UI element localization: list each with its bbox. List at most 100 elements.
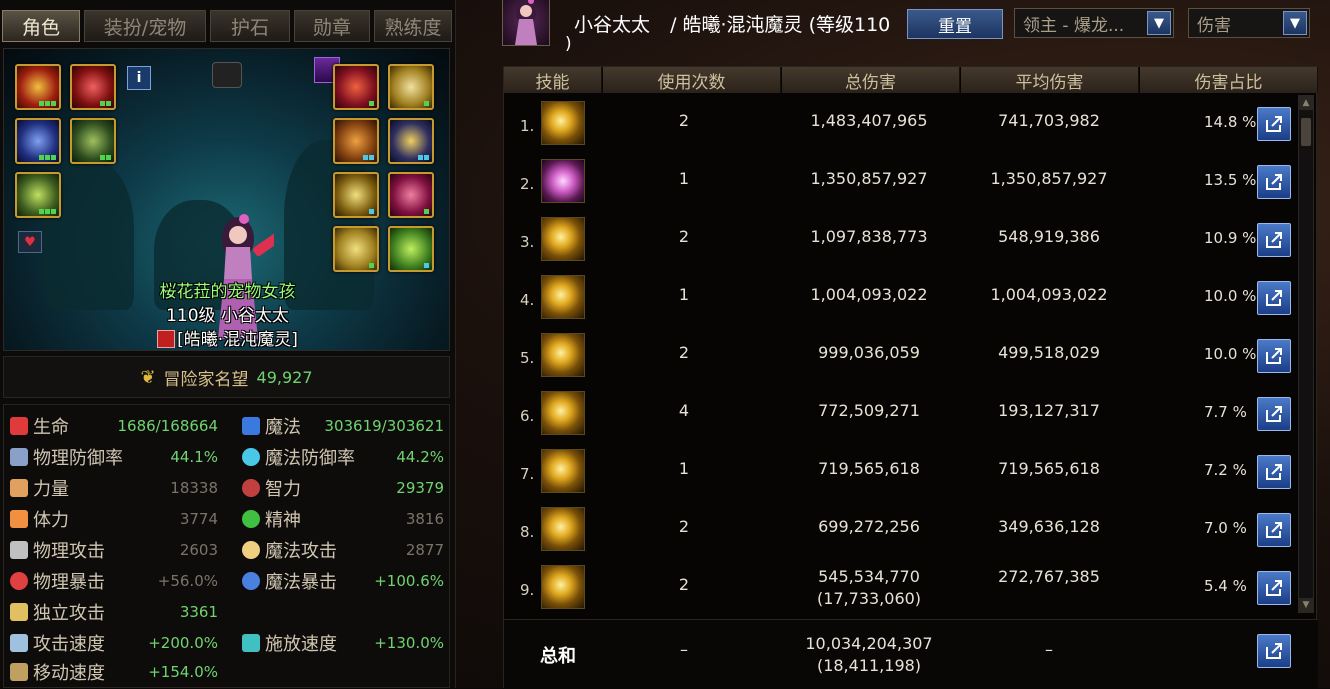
- fame-value: 49,927: [256, 367, 313, 387]
- share-button[interactable]: [1257, 397, 1291, 431]
- tab-medal[interactable]: 勋章: [294, 10, 370, 42]
- stat-atk-speed: 攻击速度 +200.0%: [10, 629, 218, 657]
- equip-slot-bottom[interactable]: [70, 118, 116, 164]
- cast-icon: [242, 634, 260, 652]
- shield-icon: [10, 448, 28, 466]
- stat-hp: 生命 1686/168664: [10, 412, 218, 440]
- sun-burst-skill-icon: [541, 101, 585, 145]
- total-row: 总和 – 10,034,204,307 (18,411,198) –: [504, 619, 1318, 689]
- equip-slot-earring[interactable]: [333, 226, 379, 272]
- gold-sigil-skill-icon: [541, 275, 585, 319]
- share-button[interactable]: [1257, 281, 1291, 315]
- favorite-heart-icon[interactable]: ♥: [18, 231, 42, 253]
- reset-button[interactable]: 重置: [907, 9, 1003, 39]
- header-title: 小谷太太 / 皓曦·混沌魔灵 (等级110: [574, 10, 890, 37]
- equip-slot-support[interactable]: [333, 172, 379, 218]
- share-icon: [1266, 643, 1282, 659]
- total-damage-sub: (18,411,198): [816, 656, 922, 675]
- speed-sword-icon: [10, 634, 28, 652]
- body-icon: [10, 510, 28, 528]
- equip-slot-weapon[interactable]: [15, 64, 61, 110]
- class-icon: [157, 330, 176, 348]
- row-index: 7.: [520, 465, 535, 483]
- damage-type-select[interactable]: 伤害 ▼: [1188, 8, 1310, 38]
- col-damage-share[interactable]: 伤害占比: [1140, 67, 1318, 93]
- stat-mag-crit: 魔法暴击 +100.6%: [242, 567, 444, 595]
- row-index: 4.: [520, 291, 535, 309]
- tab-character[interactable]: 角色: [2, 10, 80, 42]
- equip-slot-subweapon[interactable]: [388, 226, 434, 272]
- equip-slot-necklace[interactable]: [388, 64, 434, 110]
- boot-icon: [10, 663, 28, 681]
- row-total: 545,534,770: [818, 567, 920, 586]
- blue-heart-icon: [242, 417, 260, 435]
- table-row: 3. 2 1,097,838,773 548,919,386 10.9 %: [504, 211, 1294, 269]
- row-uses: 2: [678, 227, 690, 246]
- equip-slot-belt[interactable]: [15, 172, 61, 218]
- col-uses[interactable]: 使用次数: [603, 67, 781, 93]
- row-avg: 1,004,093,022: [990, 285, 1108, 304]
- table-scrollbar[interactable]: ▲ ▼: [1298, 95, 1314, 613]
- equip-slot-bracelet[interactable]: [333, 118, 379, 164]
- chevron-down-icon: ▼: [1147, 11, 1171, 35]
- info-button[interactable]: i: [127, 66, 151, 90]
- row-index: 1.: [520, 117, 535, 135]
- share-button[interactable]: [1257, 223, 1291, 257]
- share-total-button[interactable]: [1257, 634, 1291, 668]
- row-uses: 4: [678, 401, 690, 420]
- gold-pillar-skill-icon: [541, 507, 585, 551]
- row-total-sub: (17,733,060): [816, 589, 922, 608]
- share-button[interactable]: [1257, 571, 1291, 605]
- share-button[interactable]: [1257, 165, 1291, 199]
- scroll-up-icon[interactable]: ▲: [1299, 96, 1313, 110]
- col-avg-damage[interactable]: 平均伤害: [961, 67, 1139, 93]
- gold-v-skill-icon: [541, 391, 585, 435]
- stat-independent-atk: 独立攻击 3361: [10, 598, 218, 626]
- table-row: 4. 1 1,004,093,022 1,004,093,022 10.0 %: [504, 269, 1294, 327]
- equip-slot-magic-stone[interactable]: [388, 172, 434, 218]
- arm-icon: [10, 479, 28, 497]
- stat-vitality: 体力 3774: [10, 505, 218, 533]
- tab-talisman[interactable]: 护石: [210, 10, 290, 42]
- gold-ring-skill-icon: [541, 449, 585, 493]
- magic-eye-icon: [242, 572, 260, 590]
- col-total-damage[interactable]: 总伤害: [782, 67, 960, 93]
- scroll-down-icon[interactable]: ▼: [1299, 598, 1313, 612]
- equip-slot-top[interactable]: [15, 118, 61, 164]
- gold-slash-skill-icon: [541, 217, 585, 261]
- stats-panel: 生命 1686/168664 魔法 303619/303621 物理防御率 44.1%…: [3, 404, 450, 688]
- share-button[interactable]: [1257, 513, 1291, 547]
- share-icon: [1266, 464, 1282, 480]
- tab-costume-pet[interactable]: 装扮/宠物: [84, 10, 206, 42]
- share-button[interactable]: [1257, 107, 1291, 141]
- equip-slot-ring[interactable]: [388, 118, 434, 164]
- table-row: 6. 4 772,509,271 193,127,317 7.7 %: [504, 385, 1294, 443]
- share-button[interactable]: [1257, 455, 1291, 489]
- row-uses: 1: [678, 285, 690, 304]
- equip-slot-title[interactable]: [70, 64, 116, 110]
- equip-slot-pet[interactable]: [333, 64, 379, 110]
- boss-select[interactable]: 领主 - 爆龙... ▼: [1014, 8, 1174, 38]
- stat-cast-speed: 施放速度 +130.0%: [242, 629, 444, 657]
- camera-icon[interactable]: [212, 62, 242, 88]
- row-index: 5.: [520, 349, 535, 367]
- scroll-thumb[interactable]: [1301, 118, 1311, 146]
- col-skill[interactable]: 技能: [504, 67, 602, 93]
- row-index: 8.: [520, 523, 535, 541]
- header-class-level: / 皓曦·混沌魔灵 (等级110: [670, 14, 891, 36]
- character-panel: 角色 装扮/宠物 护石 勋章 熟练度 ♥ i 桜花菈的宠物女孩 110级 小谷太…: [0, 0, 456, 688]
- gold-blade-skill-icon: [541, 565, 585, 609]
- row-index: 2.: [520, 175, 535, 193]
- avatar-portrait: [515, 0, 537, 45]
- share-button[interactable]: [1257, 339, 1291, 373]
- table-row: 2. 1 1,350,857,927 1,350,857,927 13.5 %: [504, 153, 1294, 211]
- tab-proficiency[interactable]: 熟练度: [374, 10, 452, 42]
- row-pct: 10.9 %: [1204, 229, 1257, 247]
- row-uses: 2: [678, 111, 690, 130]
- share-icon: [1266, 232, 1282, 248]
- row-total: 699,272,256: [818, 517, 920, 536]
- row-total: 1,097,838,773: [810, 227, 928, 246]
- row-pct: 14.8 %: [1204, 113, 1257, 131]
- row-pct: 7.0 %: [1204, 519, 1247, 537]
- row-index: 9.: [520, 581, 535, 599]
